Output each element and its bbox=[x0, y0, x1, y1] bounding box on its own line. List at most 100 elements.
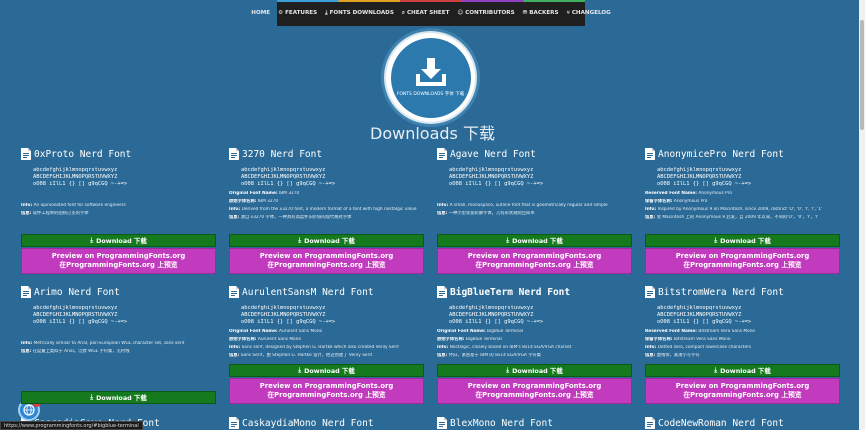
font-title: Agave Nerd Font bbox=[450, 148, 536, 160]
font-card-header: BitstromWera Nerd Font bbox=[645, 285, 840, 299]
download-label: Download 下载 bbox=[720, 367, 771, 375]
download-button[interactable]: ⤓ Download 下载 bbox=[21, 391, 216, 404]
font-info-line: 信息: 受 Macintosh 上的 Anonymous 9 启发，自 2009… bbox=[645, 214, 819, 220]
font-info-line: Original Font Name: Aurulent Sans Mono bbox=[229, 328, 323, 334]
sample-symbols: oO08 iIlL1 {} [] g9qCGQ ~-+=> bbox=[449, 319, 544, 326]
font-info-line: Info: Nostalgic, closely based on IBM's … bbox=[437, 344, 572, 350]
font-info-line: 原始字体名称: Aurulent Sans Mono bbox=[229, 336, 302, 342]
preview-label-en: Preview on ProgrammingFonts.org bbox=[259, 382, 394, 390]
sample-lowercase: abcdefghijklmnopqrstuvwxyz bbox=[657, 167, 742, 173]
nav-changelog[interactable]: ⑂ CHANGELOG bbox=[567, 10, 611, 16]
document-icon bbox=[645, 145, 655, 164]
search-icon: ⌕ bbox=[401, 9, 405, 16]
download-label: Download 下载 bbox=[512, 237, 563, 245]
branch-icon: ⑂ bbox=[566, 10, 570, 16]
document-icon bbox=[437, 283, 447, 302]
download-button[interactable]: ⤓ Download 下载 bbox=[437, 234, 632, 247]
download-button[interactable]: ⤓ Download 下载 bbox=[645, 234, 840, 247]
font-info-line: 原始字体名称: IBM 3270 bbox=[229, 198, 279, 204]
preview-label-en: Preview on ProgrammingFonts.org bbox=[467, 382, 602, 390]
download-icon: ⤓ bbox=[506, 236, 510, 244]
sample-lowercase: abcdefghijklmnopqrstuvwxyz bbox=[449, 305, 534, 311]
preview-button[interactable]: Preview on ProgrammingFonts.org 在Programm… bbox=[229, 248, 424, 274]
font-info-line: 信息: 在度量上类似于 Arial。泛欧 WGL 字符集，无衬线 bbox=[21, 348, 130, 354]
preview-button[interactable]: Preview on ProgrammingFonts.org 在Programm… bbox=[21, 248, 216, 274]
download-button[interactable]: ⤓ Download 下载 bbox=[21, 234, 216, 247]
nav-features[interactable]: ⚙ FEATURES bbox=[278, 10, 317, 16]
document-icon bbox=[229, 414, 239, 430]
font-title: BitstromWera Nerd Font bbox=[658, 286, 784, 298]
nav-fonts-downloads[interactable]: ⤓ FONTS DOWNLOADS bbox=[325, 10, 394, 17]
download-icon: ⤓ bbox=[325, 9, 328, 16]
sample-uppercase: ABCDEFGHIJKLMNOPQRSTUVWXYZ bbox=[449, 312, 534, 319]
font-info-line: Info: Derived from the x3270 font, a mod… bbox=[229, 206, 417, 212]
nav-contributors[interactable]: ☺ CONTRIBUTORS bbox=[457, 10, 514, 16]
document-icon bbox=[437, 414, 447, 430]
font-info-line: 保留字体名称: Anonymous Pro bbox=[645, 198, 708, 204]
preview-button[interactable]: Preview on ProgrammingFonts.org 在Programm… bbox=[437, 248, 632, 274]
status-bar-url: https://www.programmingfonts.org/#bigblu… bbox=[0, 421, 143, 430]
font-sample: abcdefghijklmnopqrstuvwxyz ABCDEFGHIJKLM… bbox=[21, 305, 216, 327]
font-info-line: Info: Sans serif, designed by Stephen G.… bbox=[229, 344, 399, 350]
preview-button[interactable]: Preview on ProgrammingFonts.org 在Programm… bbox=[645, 378, 840, 404]
download-label: Download 下载 bbox=[96, 394, 147, 402]
font-card-partial: BlexMono Nerd Font bbox=[437, 416, 632, 430]
sample-lowercase: abcdefghijklmnopqrstuvwxyz bbox=[33, 167, 118, 173]
font-info: Original Font Name: BigBlue Terminal 原始字体… bbox=[437, 329, 632, 359]
sample-symbols: oO08 iIlL1 {} [] g9qCGQ ~-+=> bbox=[241, 319, 336, 326]
font-info-line: Info: Dotted zero, compact lowercase cha… bbox=[645, 344, 752, 350]
download-icon: ⤓ bbox=[298, 236, 302, 244]
download-button[interactable]: ⤓ Download 下载 bbox=[645, 364, 840, 377]
preview-label-en: Preview on ProgrammingFonts.org bbox=[675, 252, 810, 260]
font-info-line: 信息: 虚线零，紧凑小写字符 bbox=[645, 352, 700, 358]
scrollbar[interactable] bbox=[859, 0, 865, 430]
nav-backers[interactable]: ⛃ BACKERS bbox=[523, 10, 559, 16]
sample-lowercase: abcdefghijklmnopqrstuvwxyz bbox=[33, 305, 118, 311]
sample-lowercase: abcdefghijklmnopqrstuvwxyz bbox=[449, 167, 534, 173]
preview-label-zh: 在ProgrammingFonts.org 上预览 bbox=[475, 391, 594, 399]
nav-home[interactable]: HOME bbox=[251, 10, 270, 16]
preview-label-zh: 在ProgrammingFonts.org 上预览 bbox=[267, 261, 386, 269]
download-button[interactable]: ⤓ Download 下载 bbox=[437, 364, 632, 377]
download-label: Download 下载 bbox=[720, 237, 771, 245]
font-info-line: Info: Metrically similar to Arial, pan-E… bbox=[21, 340, 185, 346]
download-label: Download 下载 bbox=[96, 237, 147, 245]
download-button[interactable]: ⤓ Download 下载 bbox=[229, 234, 424, 247]
font-card-header: AurulentSansM Nerd Font bbox=[229, 285, 424, 299]
scrollbar-thumb[interactable] bbox=[860, 20, 864, 130]
nav-cheat-sheet[interactable]: ⌕ CHEAT SHEET bbox=[402, 10, 450, 17]
download-tray-icon bbox=[415, 58, 446, 86]
font-info: Info: An opinionated font for software e… bbox=[21, 203, 216, 217]
preview-label-zh: 在ProgrammingFonts.org 上预览 bbox=[267, 391, 386, 399]
font-info-line: 信息: 软件工程师的固执己见的字体 bbox=[21, 210, 89, 216]
download-icon: ⤓ bbox=[714, 236, 718, 244]
preview-button[interactable]: Preview on ProgrammingFonts.org 在Programm… bbox=[645, 248, 840, 274]
sample-symbols: oO08 iIlL1 {} [] g9qCGQ ~-+=> bbox=[33, 319, 128, 326]
sample-lowercase: abcdefghijklmnopqrstuvwxyz bbox=[657, 305, 742, 311]
preview-label-zh: 在ProgrammingFonts.org 上预览 bbox=[59, 261, 178, 269]
download-button[interactable]: ⤓ Download 下载 bbox=[229, 364, 424, 377]
preview-label-en: Preview on ProgrammingFonts.org bbox=[51, 252, 186, 260]
gear-icon: ⚙ bbox=[278, 10, 284, 16]
font-card-header: 0xProto Nerd Font bbox=[21, 147, 216, 161]
preview-button[interactable]: Preview on ProgrammingFonts.org 在Programm… bbox=[437, 378, 632, 404]
cart-icon: ⛃ bbox=[522, 10, 528, 16]
font-card-header: 3270 Nerd Font bbox=[229, 147, 424, 161]
download-icon: ⤓ bbox=[506, 366, 510, 374]
font-card-partial: CodeNewRoman Nerd Font bbox=[645, 416, 840, 430]
document-icon bbox=[229, 283, 239, 302]
preview-button[interactable]: Preview on ProgrammingFonts.org 在Programm… bbox=[229, 378, 424, 404]
preview-label-zh: 在ProgrammingFonts.org 上预览 bbox=[683, 391, 802, 399]
font-title: CaskaydiaMono Nerd Font bbox=[242, 417, 374, 429]
font-info-line: 原始字体名称: BigBlue Terminal bbox=[437, 336, 502, 342]
preview-label-zh: 在ProgrammingFonts.org 上预览 bbox=[475, 261, 594, 269]
sample-uppercase: ABCDEFGHIJKLMNOPQRSTUVWXYZ bbox=[657, 312, 742, 319]
font-title: CodeNewRoman Nerd Font bbox=[658, 417, 784, 429]
font-info: Info: Metrically similar to Arial, pan-E… bbox=[21, 341, 216, 355]
font-info-line: 信息: 源自 x3270 字体，一种具有高度怀旧价值的现代格式字体 bbox=[229, 214, 352, 220]
font-info-line: 信息: 怀旧，紧密基于 IBM 的 8x14 EGA/VGA 字符集 bbox=[437, 352, 542, 358]
font-info: Original Font Name: Aurulent Sans Mono 原始… bbox=[229, 329, 424, 359]
font-info-line: Reserved Font Name: Bitstream Vera Sans … bbox=[645, 328, 756, 334]
document-icon bbox=[21, 145, 31, 164]
sample-uppercase: ABCDEFGHIJKLMNOPQRSTUVWXYZ bbox=[33, 312, 118, 319]
